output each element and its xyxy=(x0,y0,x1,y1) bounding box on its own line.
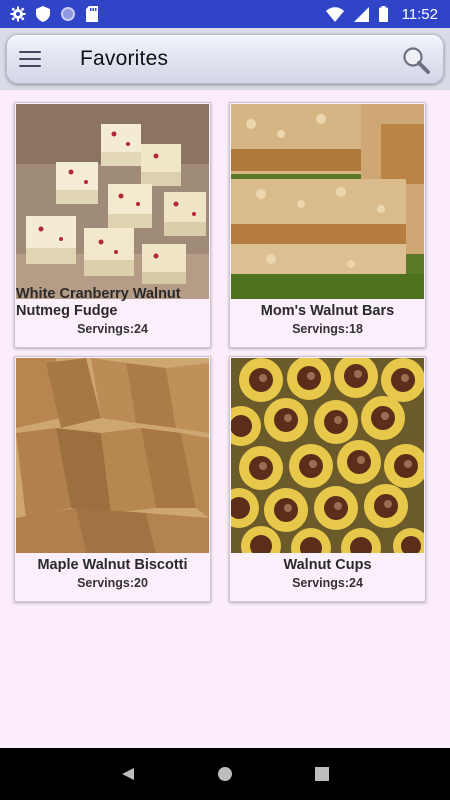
recipe-grid: White Cranberry Walnut Nutmeg Fudge Serv… xyxy=(0,90,450,748)
shield-icon xyxy=(36,6,50,22)
system-nav-bar xyxy=(0,748,450,800)
biscotti-photo xyxy=(16,358,209,553)
home-icon[interactable] xyxy=(210,759,240,789)
recipe-name: White Cranberry Walnut Nutmeg Fudge xyxy=(16,286,181,319)
status-time: 11:52 xyxy=(401,5,438,23)
recents-icon[interactable] xyxy=(307,759,337,789)
recipe-servings: Servings:18 xyxy=(292,322,363,336)
signal-icon xyxy=(353,6,369,22)
status-bar-left xyxy=(10,6,98,22)
app-bar-container: Favorites xyxy=(0,28,450,90)
circle-icon xyxy=(60,6,76,22)
hamburger-menu-icon[interactable] xyxy=(19,47,43,71)
recipe-servings: Servings:24 xyxy=(77,322,148,336)
fudge-photo xyxy=(16,104,209,299)
recipe-card-biscotti[interactable]: Maple Walnut Biscotti Servings:20 xyxy=(14,356,211,602)
recipe-card-walnut-bars[interactable]: Mom's Walnut Bars Servings:18 xyxy=(229,102,426,348)
recipe-name: Mom's Walnut Bars xyxy=(260,303,395,319)
battery-icon xyxy=(378,6,388,22)
recipe-servings: Servings:24 xyxy=(292,576,363,590)
status-bar: 11:52 xyxy=(0,0,450,28)
recipe-card-fudge[interactable]: White Cranberry Walnut Nutmeg Fudge Serv… xyxy=(14,102,211,348)
recipe-card-walnut-cups[interactable]: Walnut Cups Servings:24 xyxy=(229,356,426,602)
recipe-name: Walnut Cups xyxy=(283,557,372,573)
back-icon[interactable] xyxy=(113,759,143,789)
walnut-bars-photo xyxy=(231,104,424,299)
gear-icon xyxy=(10,6,26,22)
status-bar-right: 11:52 xyxy=(325,5,438,23)
wifi-icon xyxy=(325,6,344,22)
search-icon[interactable] xyxy=(401,45,431,75)
walnut-cups-photo xyxy=(231,358,424,553)
sd-card-icon xyxy=(86,6,98,22)
page-title: Favorites xyxy=(80,47,169,70)
recipe-name: Maple Walnut Biscotti xyxy=(37,557,188,573)
app-bar: Favorites xyxy=(6,34,444,84)
recipe-servings: Servings:20 xyxy=(77,576,148,590)
